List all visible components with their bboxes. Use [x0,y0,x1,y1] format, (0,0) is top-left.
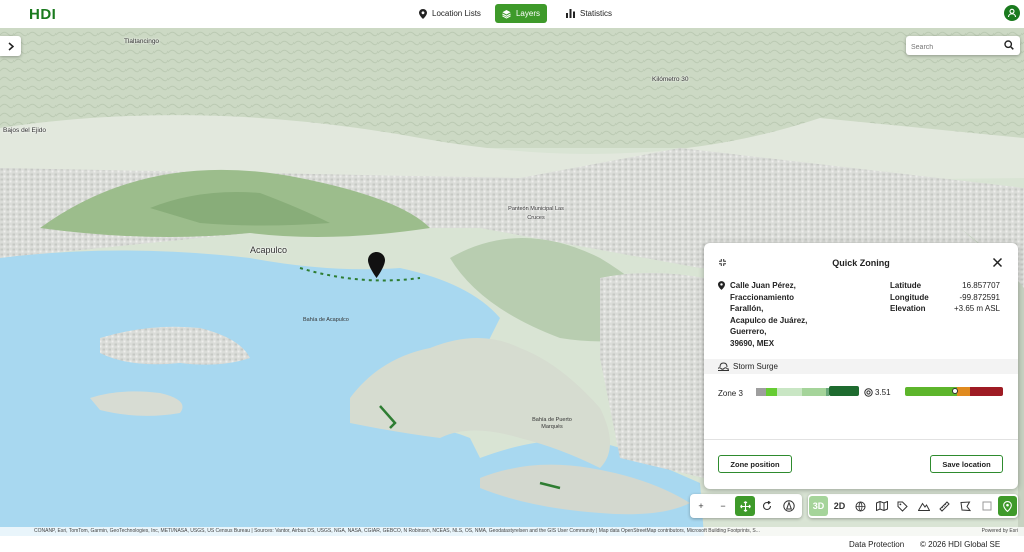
zone-position-button[interactable]: Zone position [718,455,792,473]
nav-location-lists[interactable]: Location Lists [412,4,488,23]
panel-title: Quick Zoning [832,258,890,268]
powered-by-esri[interactable]: Powered by Esri [982,527,1018,536]
address-line: Guerrero, [730,327,767,336]
map-controls: + − [690,494,802,518]
mountain-icon [917,502,930,511]
rotate-icon [762,501,772,511]
location-pin-icon [1003,500,1012,512]
zone-segment [756,388,766,396]
elevation-profile-button[interactable] [914,496,933,516]
label-kilometro30: Kilómetro 30 [652,76,689,83]
risk-indicator [952,388,958,394]
address: Calle Juan Pérez, Fraccionamiento Farall… [730,280,807,349]
score-value: 3.51 [875,388,891,397]
measure-button[interactable] [935,496,954,516]
storm-surge-section: Storm Surge [704,359,1018,374]
main-nav: Location Lists Layers Statistics [0,0,1024,28]
longitude-label: Longitude [890,293,929,302]
select-button[interactable] [977,496,996,516]
square-icon [982,501,991,511]
map-button[interactable] [872,496,891,516]
bar-chart-icon [566,9,575,18]
zone-segment [777,388,802,396]
chevron-right-icon [8,41,14,51]
zone-label: Zone 3 [718,389,743,398]
address-line: 39690, MEX [730,338,775,348]
zoom-in-button[interactable]: + [691,496,711,516]
address-line: Farallón, [730,304,764,313]
nav-statistics-label: Statistics [580,9,613,18]
longitude-value: -99.872591 [959,293,1000,302]
tag-icon [897,501,908,512]
nav-statistics[interactable]: Statistics [559,4,619,23]
risk-segment [970,387,1003,396]
map-search [906,36,1020,57]
label-bajos-del-ejido: Bajos del Ejido [3,127,46,134]
zone-segment [829,386,859,396]
view-2d-button[interactable]: 2D [830,496,849,516]
search-icon[interactable] [1004,40,1014,50]
view-tools: 3D 2D [808,494,1018,518]
map-attribution: CONANP, Esri, TomTom, Garmin, GeoTechnol… [0,527,1024,536]
zoom-out-button[interactable]: − [713,496,733,516]
label-acapulco: Acapulco [250,245,288,255]
target-icon [864,388,873,397]
polygon-icon [960,500,971,511]
compass-icon [783,500,795,512]
search-input[interactable] [906,38,996,57]
elevation-value: +3.65 m ASL [953,304,1000,313]
rotate-button[interactable] [757,496,777,516]
divider [704,439,1018,440]
zone-segment [766,388,777,396]
top-bar: HDI Location Lists Layers Statistics [0,0,1024,28]
address-line: Acapulco de Juárez, [730,315,808,325]
close-icon[interactable] [992,257,1003,268]
label-panteon: Panteón Municipal Las Cruces [508,206,564,221]
location-marker-icon[interactable] [368,252,385,278]
globe-icon [855,501,866,511]
quick-zoning-panel: Quick Zoning Calle Juan Pérez, Fracciona… [704,243,1018,489]
label-bahia-acapulco: Bahía de Acapulco [303,317,349,323]
move-icon [739,500,751,512]
copyright: © 2026 HDI Global SE [920,540,1001,549]
risk-segment [957,387,970,396]
nav-layers[interactable]: Layers [495,4,547,23]
ruler-icon [939,500,950,512]
label-bahia-puerto-marques: Bahía de Puerto Marqués [532,417,572,430]
layers-icon [502,9,511,19]
address-line: Calle Juan Pérez, [730,281,796,290]
view-3d-button[interactable]: 3D [809,496,828,516]
shape-button[interactable] [956,496,975,516]
user-icon [1007,8,1017,18]
tag-button[interactable] [893,496,912,516]
risk-segment [905,387,957,396]
user-avatar[interactable] [1004,5,1020,21]
storm-surge-label: Storm Surge [733,362,778,371]
pan-button[interactable] [735,496,755,516]
storm-surge-icon [718,362,729,371]
label-tlaltancingo: Tlaltancingo [124,38,160,45]
attribution-text: CONANP, Esri, TomTom, Garmin, GeoTechnol… [34,528,760,534]
nav-layers-label: Layers [515,9,540,18]
elevation-label: Elevation [890,304,926,313]
address-line: Fraccionamiento [730,292,795,302]
latitude-value: 16.857707 [962,281,1000,290]
save-location-button[interactable]: Save location [930,455,1003,473]
basemap-button[interactable] [851,496,870,516]
nav-location-lists-label: Location Lists [432,9,481,18]
footer: Data Protection © 2026 HDI Global SE [0,536,1024,552]
data-protection-link[interactable]: Data Protection [849,540,904,549]
latitude-label: Latitude [890,281,922,290]
pin-button[interactable] [998,496,1017,516]
score: 3.51 [864,388,891,397]
zone-segment [802,388,826,396]
address-pin-icon [718,281,725,290]
map-icon [875,501,888,511]
location-pin-icon [419,8,427,19]
compass-button[interactable] [779,496,799,516]
expand-sidebar-button[interactable] [0,36,21,56]
